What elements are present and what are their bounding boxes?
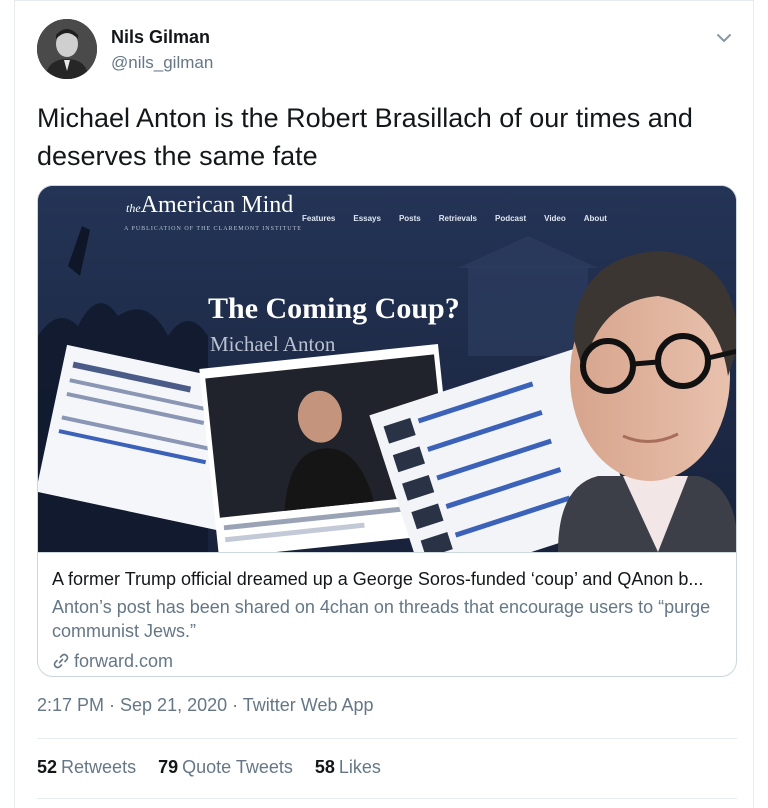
card-body[interactable]: A former Trump official dreamed up a Geo…	[38, 552, 736, 676]
divider	[37, 798, 737, 799]
card-image-nav-item: Features	[302, 214, 336, 223]
display-name[interactable]: Nils Gilman	[111, 27, 210, 48]
tweet-stats: 52 Retweets 79 Quote Tweets 58 Likes	[37, 757, 381, 778]
link-card[interactable]: theAmerican Mind A PUBLICATION OF THE CL…	[37, 185, 737, 677]
card-image-tagline: A PUBLICATION OF THE CLAREMONT INSTITUTE	[124, 226, 302, 232]
card-domain-text[interactable]: forward.com	[74, 649, 173, 673]
avatar[interactable]	[37, 19, 97, 79]
retweets-count: 52	[37, 757, 58, 777]
tweet-timestamp[interactable]: 2:17 PM · Sep 21, 2020 · Twitter Web App	[37, 695, 374, 716]
card-description: Anton’s post has been shared on 4chan on…	[52, 597, 711, 641]
chevron-down-icon[interactable]	[713, 27, 735, 49]
card-image-nav-item: Essays	[353, 214, 381, 223]
card-title[interactable]: A former Trump official dreamed up a Geo…	[52, 567, 724, 591]
link-icon	[53, 653, 69, 669]
card-image-nav-item: Posts	[398, 214, 421, 223]
card-image-nav-item: Video	[544, 214, 566, 223]
card-image-headline: The Coming Coup?	[208, 292, 460, 325]
card-image-art	[38, 186, 736, 552]
retweets-stat[interactable]: 52 Retweets	[37, 757, 136, 778]
card-image-nav-item: About	[583, 214, 607, 223]
card-image-nav: Features Essays Posts Retrievals Podcast…	[302, 214, 607, 223]
card-image[interactable]: theAmerican Mind A PUBLICATION OF THE CL…	[38, 186, 736, 552]
tweet-container: Nils Gilman @nils_gilman Michael Anton i…	[14, 0, 754, 808]
tweet-header: Nils Gilman @nils_gilman	[37, 19, 737, 83]
likes-stat[interactable]: 58 Likes	[315, 757, 381, 778]
person-avatar-icon	[37, 19, 97, 79]
likes-count: 58	[314, 757, 335, 777]
likes-label: Likes	[338, 757, 381, 777]
card-image-byline: Michael Anton	[210, 332, 336, 356]
quote-tweets-count: 79	[158, 757, 179, 777]
card-domain[interactable]: forward.com	[52, 649, 724, 673]
card-image-nav-item: Retrievals	[438, 214, 477, 223]
retweets-label: Retweets	[61, 757, 137, 777]
handle[interactable]: @nils_gilman	[111, 53, 213, 73]
quote-tweets-stat[interactable]: 79 Quote Tweets	[158, 757, 293, 778]
divider	[37, 738, 737, 739]
card-image-nav-item: Podcast	[495, 214, 527, 223]
tweet-text: Michael Anton is the Robert Brasillach o…	[37, 103, 693, 171]
quote-tweets-label: Quote Tweets	[182, 757, 293, 777]
card-image-site-name: theAmerican Mind	[126, 192, 294, 218]
